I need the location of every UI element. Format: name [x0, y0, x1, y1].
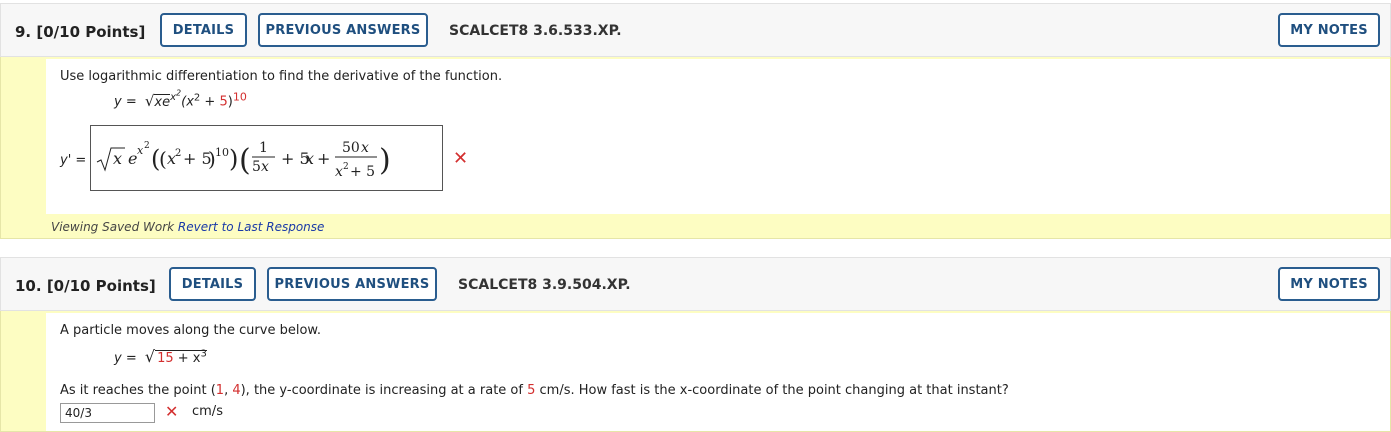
svg-text:2: 2 [343, 162, 349, 172]
my-notes-label: MY NOTES [1290, 22, 1368, 38]
svg-text:): ) [229, 145, 238, 173]
svg-text:+: + [317, 149, 330, 168]
svg-text:50: 50 [342, 140, 360, 156]
previous-answers-button[interactable]: PREVIOUS ANSWERS [267, 267, 437, 301]
question-part1: As it reaches the point ( [60, 383, 216, 398]
question-9-header: 9. [0/10 Points] DETAILS PREVIOUS ANSWER… [0, 3, 1391, 57]
svg-text:2: 2 [144, 141, 150, 151]
function-base: xe [154, 94, 171, 110]
svg-text:2: 2 [175, 148, 181, 159]
question-9-number: 9. [0/10 Points] [15, 23, 145, 41]
question-9-body: Use logarithmic differentiation to find … [0, 57, 1391, 239]
previous-answers-button[interactable]: PREVIOUS ANSWERS [258, 13, 428, 47]
sqrt-symbol: √ [144, 91, 155, 110]
question-number: 10. [15, 277, 42, 295]
my-notes-label: MY NOTES [1290, 276, 1368, 292]
viewing-saved-work: Viewing Saved Work [51, 220, 175, 234]
question-points: [0/10 Points] [46, 277, 156, 295]
details-button[interactable]: DETAILS [160, 13, 247, 47]
function-ten: 10 [232, 90, 247, 104]
question-10-header: 10. [0/10 Points] DETAILS PREVIOUS ANSWE… [0, 257, 1391, 311]
answer-math-render: x e x 2 ( ( x 2 + 5 ) 10 ) (1 5 x + 5 x… [96, 140, 391, 180]
question-part2: ), the y-coordinate is increasing at a r… [240, 383, 528, 398]
question-prompt: Use logarithmic differentiation to find … [60, 69, 503, 84]
details-button[interactable]: DETAILS [169, 267, 256, 301]
question-10-content: A particle moves along the curve below. … [46, 313, 1390, 431]
svg-text:x: x [137, 144, 144, 157]
svg-text:x: x [113, 149, 122, 168]
svg-text:x: x [335, 164, 343, 180]
function-sq: 2 [193, 92, 201, 104]
svg-text:x: x [261, 159, 269, 175]
point-y: 4 [232, 383, 241, 398]
unit-label: cm/s [192, 404, 223, 419]
previous-answers-label: PREVIOUS ANSWERS [274, 276, 430, 292]
footer: Viewing Saved Work Revert to Last Respon… [51, 220, 324, 234]
function-lhs: y = [114, 351, 137, 366]
svg-text:): ) [379, 143, 391, 178]
radicand-exponent: 3 [200, 348, 207, 360]
svg-text:x: x [361, 140, 369, 156]
svg-text:x: x [305, 149, 314, 168]
function-five: 5 [219, 94, 228, 110]
question-points: [0/10 Points] [36, 23, 146, 41]
sqrt-radicand: xe [154, 93, 171, 110]
question-text: As it reaches the point (1, 4), the y-co… [60, 383, 1009, 398]
function-expression: y = √ 15 + x3 [114, 347, 207, 366]
my-notes-button[interactable]: MY NOTES [1278, 267, 1380, 301]
function-expression: y = √xex2(x2 + 5)10 [114, 89, 247, 111]
svg-text:5: 5 [252, 159, 261, 175]
question-prompt: A particle moves along the curve below. [60, 323, 321, 338]
answer-lhs: y' = [60, 153, 87, 168]
red-x-icon: ✕ [453, 148, 469, 169]
details-button-label: DETAILS [181, 276, 244, 292]
svg-text:1: 1 [259, 140, 268, 156]
svg-text:(: ( [239, 143, 251, 178]
sqrt-radicand: 15 + x3 [155, 348, 207, 366]
exp-x: x2 [170, 89, 181, 103]
answer-box[interactable]: √x e^(x²) ((x² + 5)^10) (1/(5x) + 5x + 5… [90, 125, 443, 191]
svg-text:+ 5: + 5 [350, 164, 375, 180]
my-notes-button[interactable]: MY NOTES [1278, 13, 1380, 47]
question-number: 9. [15, 23, 32, 41]
answer-input[interactable]: 40/3 [60, 403, 155, 423]
question-part3: cm/s. How fast is the x-coordinate of th… [535, 383, 1009, 398]
question-9-content: Use logarithmic differentiation to find … [46, 59, 1390, 214]
details-button-label: DETAILS [172, 22, 235, 38]
radicand-variable: + x [177, 351, 201, 366]
question-10-body: A particle moves along the curve below. … [0, 311, 1391, 432]
function-plus: + [204, 94, 216, 110]
function-lhs: y = [114, 94, 137, 110]
question-code: SCALCET8 3.6.533.XP. [449, 23, 622, 39]
radicand-constant: 15 [157, 351, 174, 366]
svg-text:10: 10 [215, 146, 229, 159]
svg-text:(: ( [159, 147, 167, 171]
previous-answers-label: PREVIOUS ANSWERS [265, 22, 421, 38]
question-code: SCALCET8 3.9.504.XP. [458, 277, 631, 293]
question-10-number: 10. [0/10 Points] [15, 277, 156, 295]
function-paren: (x [181, 94, 194, 110]
sqrt-symbol: √ [144, 347, 156, 366]
point-x: 1 [215, 383, 225, 398]
revert-link[interactable]: Revert to Last Response [178, 220, 325, 234]
red-x-icon: ✕ [165, 402, 179, 421]
